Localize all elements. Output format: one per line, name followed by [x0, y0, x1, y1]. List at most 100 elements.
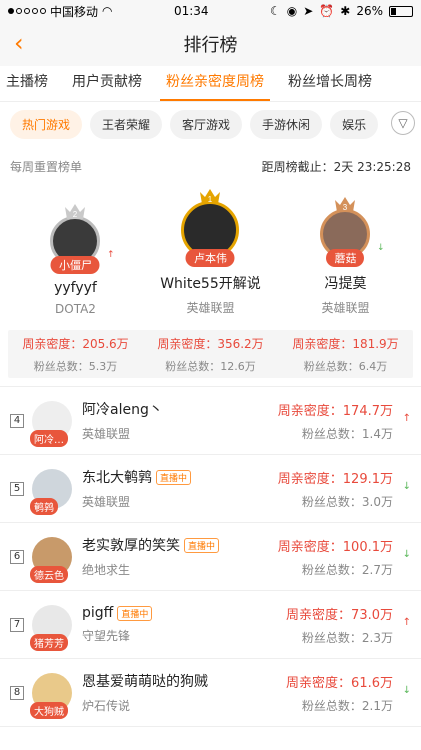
- row-name-line: 东北大鹌鹑 直播中: [82, 467, 278, 487]
- rank-number: 7: [10, 617, 24, 632]
- battery-label: 26%: [356, 4, 383, 18]
- tab-user-contribution[interactable]: 用户贡献榜: [60, 71, 154, 101]
- weekly-intimacy: 周亲密度：73.0万: [286, 607, 393, 623]
- chip-mobile-casual[interactable]: 手游休闲: [250, 109, 323, 139]
- avatar[interactable]: 猪芳芳: [30, 604, 72, 651]
- streamer-name: 冯提莫: [324, 276, 367, 292]
- row-stats: 周亲密度：73.0万 粉丝总数：2.3万: [286, 604, 393, 646]
- moon-icon: ☾: [270, 4, 281, 18]
- list-item[interactable]: 4 阿冷… 阿冷aleng丶 英雄联盟 周亲密度：174.7万 粉丝总数：1.4…: [0, 387, 421, 455]
- streamer-game: 英雄联盟: [186, 301, 235, 315]
- fan-badge: 卢本伟: [185, 249, 235, 267]
- chevron-down-icon[interactable]: ▽: [391, 111, 415, 135]
- avatar-wrap: 1 卢本伟: [181, 187, 240, 267]
- podium-third[interactable]: 3 蘑菇 ↓ 冯提莫 英雄联盟: [279, 195, 413, 316]
- rank-number: 8: [10, 685, 24, 700]
- battery-icon: [389, 5, 413, 17]
- trend-up-icon: ↑: [106, 250, 115, 260]
- streamer-game: 英雄联盟: [82, 427, 131, 441]
- fan-count: 粉丝总数：2.7万: [301, 562, 393, 577]
- page-title: 排行榜: [183, 35, 238, 56]
- fan-count: 粉丝总数：6.4万: [303, 359, 388, 373]
- live-badge: 直播中: [117, 605, 153, 621]
- reset-note: 每周重置榜单: [10, 159, 83, 174]
- ranking-tabs: 主播榜 用户贡献榜 粉丝亲密度周榜 粉丝增长周榜: [0, 66, 421, 102]
- tab-anchor-rank[interactable]: 主播榜: [0, 71, 60, 101]
- streamer-name: yyfyyf: [54, 280, 97, 296]
- row-main: pigff 直播中 守望先锋: [82, 605, 286, 644]
- stat-first: 周亲密度：356.2万 粉丝总数：12.6万: [143, 330, 278, 378]
- rank-number: 4: [10, 413, 24, 428]
- row-stats: 周亲密度：129.1万 粉丝总数：3.0万: [278, 468, 393, 510]
- list-item[interactable]: 7 猪芳芳 pigff 直播中 守望先锋 周亲密度：73.0万 粉丝总数：2.3万…: [0, 591, 421, 659]
- streamer-name: 恩基爱萌萌哒的狗贼: [82, 674, 208, 690]
- chip-living-room-games[interactable]: 客厅游戏: [170, 109, 243, 139]
- podium-rank: 1: [208, 195, 213, 204]
- row-main: 老实敦厚的笑笑 直播中 绝地求生: [82, 535, 278, 578]
- podium-stats: 周亲密度：205.6万 粉丝总数：5.3万 周亲密度：356.2万 粉丝总数：1…: [8, 330, 413, 378]
- fan-count: 粉丝总数：3.0万: [301, 494, 393, 509]
- bronze-crown-icon: 3: [334, 195, 356, 213]
- trend-down-icon: ↓: [402, 549, 411, 560]
- list-item[interactable]: 5 鹌鹑 东北大鹌鹑 直播中 英雄联盟 周亲密度：129.1万 粉丝总数：3.0万…: [0, 455, 421, 523]
- status-time: 01:34: [173, 4, 209, 18]
- row-name-line: 阿冷aleng丶: [82, 399, 278, 419]
- tab-fan-growth-weekly[interactable]: 粉丝增长周榜: [276, 71, 384, 101]
- weekly-intimacy: 周亲密度：129.1万: [277, 471, 393, 487]
- podium-second[interactable]: 2 小僵尸 ↑ yyfyyf DOTA2: [9, 202, 143, 316]
- list-item[interactable]: 8 大狗贼 恩基爱萌萌哒的狗贼 炉石传说 周亲密度：61.6万 粉丝总数：2.1…: [0, 659, 421, 727]
- status-bar: 中国移动 ◠ 01:34 ☾ ◉ ➤ ⏰ ✱ 26%: [0, 0, 421, 22]
- fan-count: 粉丝总数：2.1万: [301, 698, 393, 713]
- podium-first[interactable]: 1 卢本伟 White55开解说 英雄联盟: [144, 187, 278, 316]
- chip-entertainment[interactable]: 娱乐: [330, 109, 379, 139]
- fan-count: 粉丝总数：12.6万: [165, 359, 256, 373]
- fan-badge: 德云色: [30, 565, 68, 583]
- rank-number: 6: [10, 549, 24, 564]
- chip-hot-games[interactable]: 热门游戏: [10, 109, 83, 139]
- avatar[interactable]: 阿冷…: [30, 400, 72, 447]
- countdown: 距周榜截止：2天 23:25:28: [261, 159, 411, 174]
- avatar[interactable]: 鹌鹑: [30, 468, 72, 515]
- fan-badge: 阿冷…: [30, 429, 68, 447]
- status-left: 中国移动 ◠: [8, 3, 113, 20]
- category-chips: 热门游戏 王者荣耀 客厅游戏 手游休闲 娱乐 ▽: [0, 102, 421, 146]
- avatar[interactable]: 大狗贼: [30, 672, 72, 719]
- stat-third: 周亲密度：181.9万 粉丝总数：6.4万: [278, 330, 413, 378]
- rank-number: 5: [10, 481, 24, 496]
- live-badge: 直播中: [156, 469, 192, 485]
- list-item[interactable]: 6 德云色 老实敦厚的笑笑 直播中 绝地求生 周亲密度：100.1万 粉丝总数：2…: [0, 523, 421, 591]
- stat-second: 周亲密度：205.6万 粉丝总数：5.3万: [8, 330, 143, 378]
- fan-count: 粉丝总数：2.3万: [301, 630, 393, 645]
- weekly-intimacy: 周亲密度：174.7万: [277, 403, 393, 419]
- row-name-line: 老实敦厚的笑笑 直播中: [82, 535, 278, 555]
- streamer-game: DOTA2: [55, 302, 96, 316]
- trend-down-icon: ↓: [376, 243, 385, 253]
- row-main: 恩基爱萌萌哒的狗贼 炉石传说: [82, 671, 286, 714]
- weekly-intimacy: 周亲密度：205.6万: [22, 336, 129, 351]
- trend-down-icon: ↓: [402, 685, 411, 696]
- weekly-intimacy: 周亲密度：61.6万: [286, 675, 393, 691]
- row-main: 阿冷aleng丶 英雄联盟: [82, 399, 278, 442]
- ranking-list: 4 阿冷… 阿冷aleng丶 英雄联盟 周亲密度：174.7万 粉丝总数：1.4…: [0, 386, 421, 727]
- avatar[interactable]: 德云色: [30, 536, 72, 583]
- chip-honor-of-kings[interactable]: 王者荣耀: [90, 109, 163, 139]
- avatar-wrap: 2 小僵尸 ↑: [50, 202, 114, 274]
- streamer-name: 东北大鹌鹑: [82, 470, 152, 486]
- live-badge: 直播中: [184, 537, 220, 553]
- tab-fan-intimacy-weekly[interactable]: 粉丝亲密度周榜: [154, 71, 276, 101]
- streamer-game: 英雄联盟: [321, 301, 370, 315]
- fan-badge: 鹌鹑: [30, 497, 58, 515]
- back-icon[interactable]: ‹: [14, 31, 24, 55]
- fan-count: 粉丝总数：5.3万: [33, 359, 118, 373]
- podium-rank: 2: [73, 210, 78, 219]
- trend-down-icon: ↓: [402, 481, 411, 492]
- weekly-intimacy: 周亲密度：100.1万: [277, 539, 393, 555]
- streamer-name: White55开解说: [160, 276, 261, 292]
- fan-badge: 大狗贼: [30, 701, 68, 719]
- carrier-label: 中国移动: [50, 4, 99, 19]
- fan-badge: 猪芳芳: [30, 633, 68, 651]
- streamer-name: 老实敦厚的笑笑: [82, 538, 180, 554]
- streamer-game: 英雄联盟: [82, 495, 131, 509]
- podium: 2 小僵尸 ↑ yyfyyf DOTA2 1 卢本伟 White55开解说 英雄…: [0, 186, 421, 316]
- avatar-wrap: 3 蘑菇 ↓: [320, 195, 384, 267]
